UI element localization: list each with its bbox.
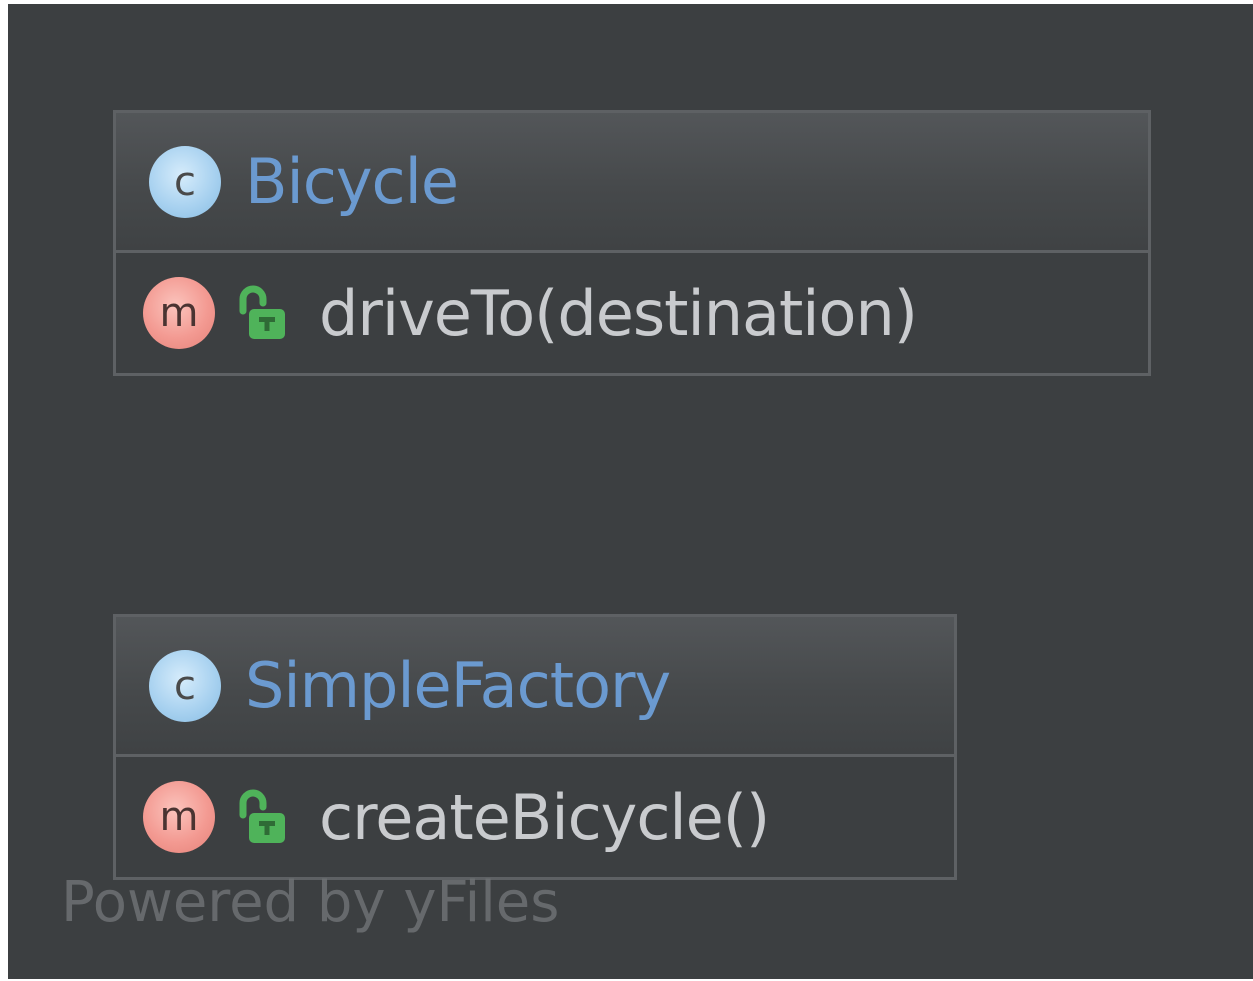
class-node-bicycle[interactable]: c Bicycle m driveTo(destination) <box>113 110 1151 376</box>
method-m-icon: m <box>143 277 215 349</box>
method-row[interactable]: m driveTo(destination) <box>116 253 1148 373</box>
method-row[interactable]: m createBicycle() <box>116 757 954 877</box>
class-c-icon: c <box>149 145 221 218</box>
method-name: createBicycle() <box>319 780 770 854</box>
diagram-canvas: c Bicycle m driveTo(destination) c Simpl… <box>8 4 1253 979</box>
class-node-simplefactory[interactable]: c SimpleFactory m createBicycle() <box>113 614 957 880</box>
class-header: c SimpleFactory <box>116 617 954 757</box>
class-name: SimpleFactory <box>245 649 671 722</box>
method-name: driveTo(destination) <box>319 276 918 350</box>
public-unlocked-icon <box>239 285 285 339</box>
public-unlocked-icon <box>239 789 285 843</box>
class-c-icon: c <box>149 649 221 722</box>
class-name: Bicycle <box>245 145 459 218</box>
yfiles-watermark: Powered by yFiles <box>61 870 560 935</box>
method-m-icon: m <box>143 781 215 853</box>
class-header: c Bicycle <box>116 113 1148 253</box>
